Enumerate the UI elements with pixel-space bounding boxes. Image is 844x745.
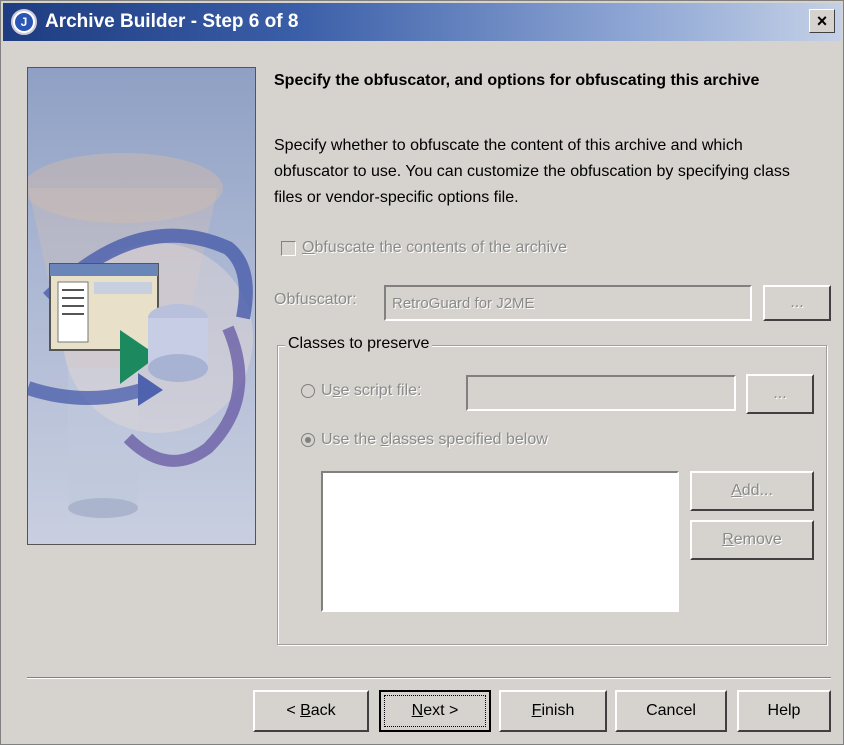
script-file-input[interactable] (466, 375, 736, 411)
finish-button[interactable]: Finish (499, 690, 607, 732)
close-icon: × (816, 10, 828, 31)
add-class-button-label: Add... (731, 482, 773, 499)
step-description: Specify whether to obfuscate the content… (274, 137, 790, 206)
obfuscator-browse-button[interactable]: ... (763, 285, 831, 321)
obfuscator-field[interactable]: RetroGuard for J2ME (384, 285, 752, 321)
obfuscate-checkbox-label: Obfuscate the contents of the archive (302, 239, 568, 256)
obfuscate-checkbox-row[interactable]: Obfuscate the contents of the archive (281, 239, 567, 257)
next-button-label: Next > (411, 702, 459, 719)
obfuscator-value: RetroGuard for J2ME (392, 294, 535, 312)
obfuscate-checkbox[interactable] (281, 240, 296, 256)
next-button[interactable]: Next > (379, 690, 491, 732)
title-bar[interactable]: J Archive Builder - Step 6 of 8 × (3, 3, 841, 41)
dialog-title: Archive Builder - Step 6 of 8 (45, 11, 299, 32)
archive-builder-dialog: J Archive Builder - Step 6 of 8 × Specif… (0, 0, 844, 745)
obfuscator-label: Obfuscator: (274, 291, 357, 308)
classes-list[interactable] (321, 471, 679, 612)
remove-class-button-label: Remove (722, 531, 782, 548)
script-file-browse-button[interactable]: ... (746, 374, 814, 414)
cancel-button[interactable]: Cancel (615, 690, 727, 732)
classes-below-radio-row[interactable]: Use the classes specified below (301, 431, 548, 449)
classes-below-radio-label: Use the classes specified below (321, 431, 548, 448)
wizard-illustration (27, 67, 256, 545)
step-heading: Specify the obfuscator, and options for … (274, 72, 760, 89)
classes-group-legend: Classes to preserve (285, 335, 433, 353)
jdeveloper-icon: J (11, 9, 37, 35)
back-button-label: < Back (286, 702, 336, 719)
add-class-button[interactable]: Add... (690, 471, 814, 511)
classes-below-radio[interactable] (301, 433, 315, 447)
archive-wizard-illustration (28, 153, 253, 518)
help-button[interactable]: Help (737, 690, 831, 732)
script-file-radio-row[interactable]: Use script file: (301, 382, 421, 400)
finish-button-label: Finish (531, 702, 575, 719)
back-button[interactable]: < Back (253, 690, 369, 732)
script-file-radio-label: Use script file: (321, 382, 422, 399)
remove-class-button[interactable]: Remove (690, 520, 814, 560)
script-file-radio[interactable] (301, 384, 315, 398)
close-button[interactable]: × (809, 9, 835, 33)
footer-separator (27, 677, 831, 679)
